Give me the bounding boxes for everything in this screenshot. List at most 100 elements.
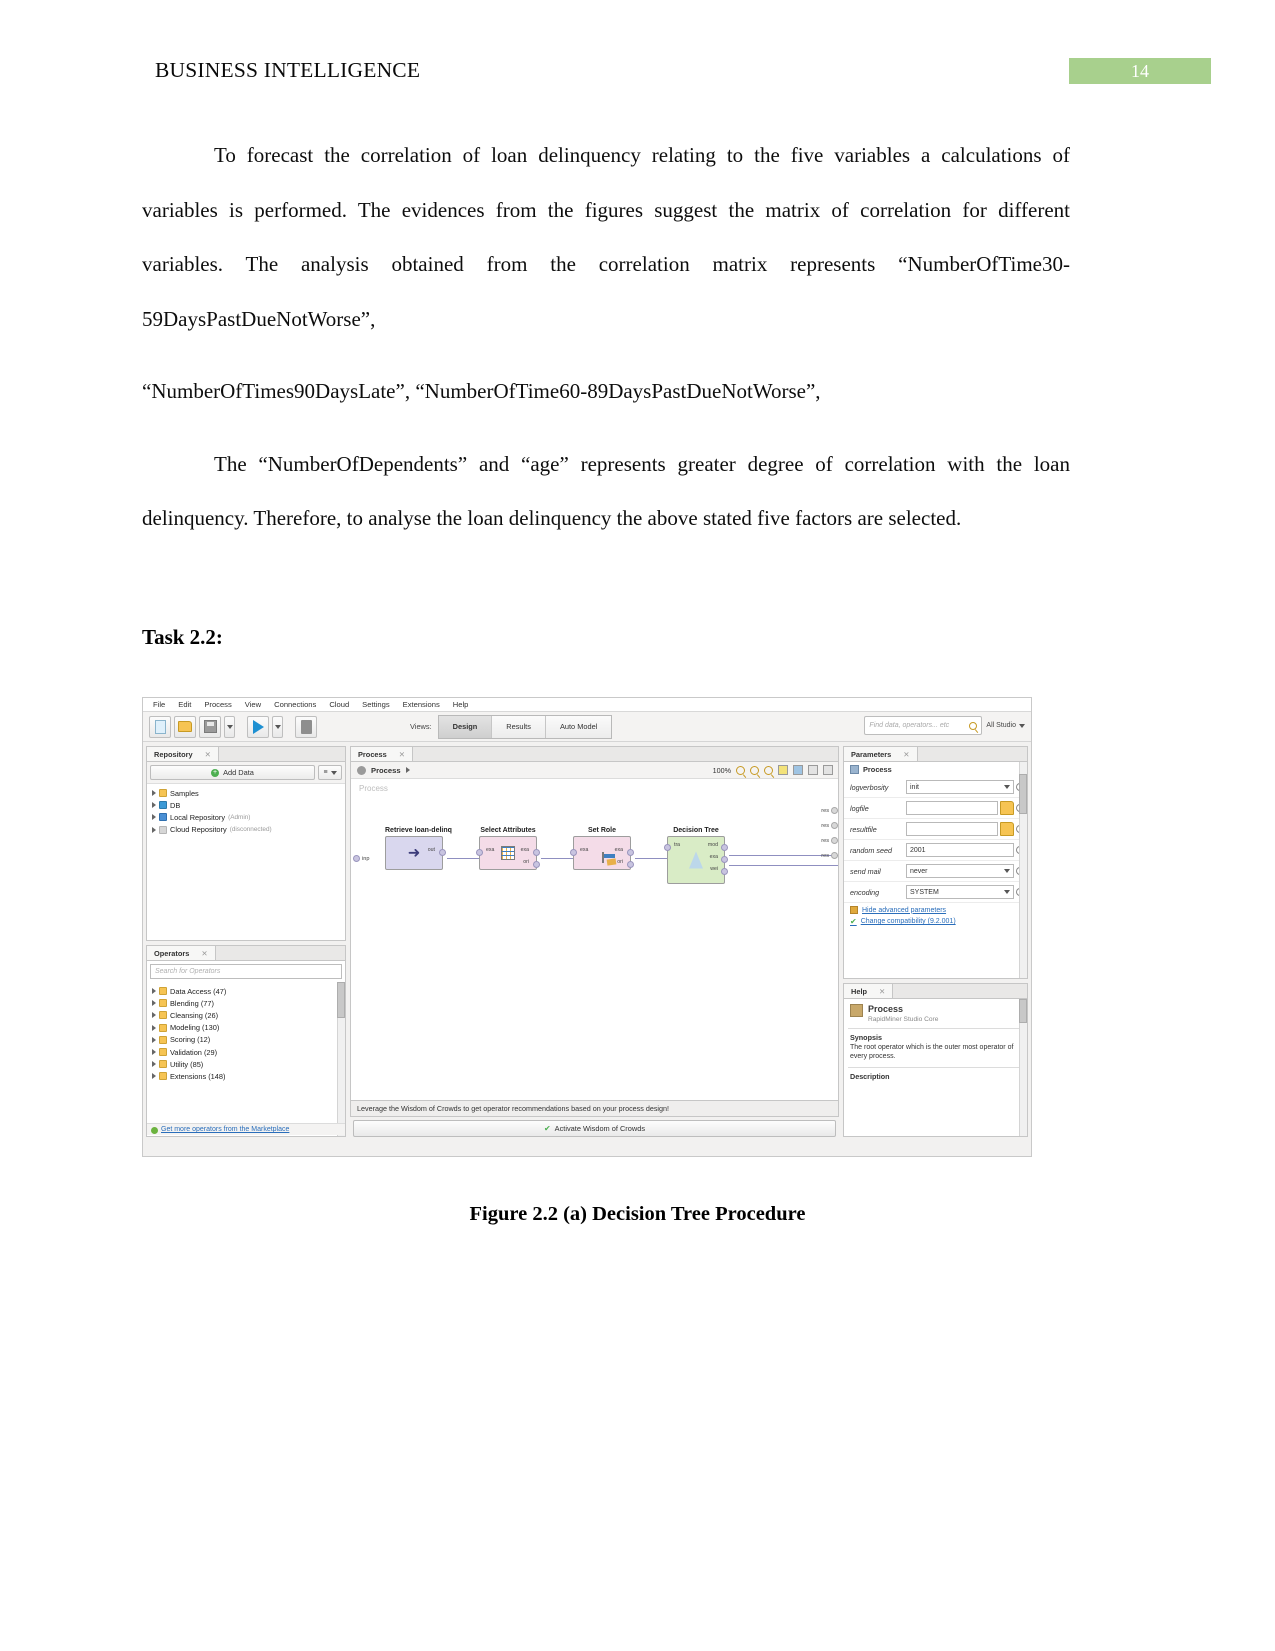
operator-body[interactable]: exa exa ori [476,836,540,870]
parameters-body[interactable]: Process logverbosity init i [844,762,1027,978]
operator-group-cleansing[interactable]: Cleansing (26) [147,1009,336,1021]
operator-node-retrieve[interactable]: Retrieve loan-delinq ➜ out [385,827,452,870]
menu-item-process[interactable]: Process [204,700,231,709]
expand-arrow-icon[interactable] [152,826,156,833]
menu-item-help[interactable]: Help [453,700,469,709]
breadcrumb[interactable]: Process [371,766,401,775]
output-port[interactable] [533,849,540,856]
scrollbar-thumb[interactable] [1019,999,1027,1023]
menu-item-connections[interactable]: Connections [274,700,316,709]
encoding-select[interactable]: SYSTEM [906,885,1014,899]
output-port[interactable] [627,861,634,868]
hide-advanced-parameters-link[interactable]: Hide advanced parameters [850,906,1027,914]
auto-arrange-icon[interactable] [793,765,803,775]
operator-node-set-role[interactable]: Set Role exa exa ori [570,827,634,870]
zoom-out-icon[interactable] [750,765,759,775]
tab-auto-model[interactable]: Auto Model [545,715,612,738]
close-icon[interactable]: ✕ [205,750,211,759]
expand-arrow-icon[interactable] [152,1024,156,1031]
global-search-input[interactable]: Find data, operators... etc [864,716,983,735]
operator-group-blending[interactable]: Blending (77) [147,997,336,1009]
operator-body[interactable]: tra mod exa wei [664,836,728,884]
close-icon[interactable]: ✕ [903,750,909,759]
parameter-row-encoding[interactable]: encoding SYSTEM i [844,882,1027,903]
new-process-button[interactable] [149,715,171,738]
expand-arrow-icon[interactable] [152,1012,156,1019]
operator-group-scoring[interactable]: Scoring (12) [147,1034,336,1046]
parameter-row-send-mail[interactable]: send mail never i [844,861,1027,882]
input-port[interactable] [570,849,577,856]
operator-body[interactable]: ➜ out [385,836,446,870]
add-note-icon[interactable] [778,765,788,775]
parameters-tab[interactable]: Parameters ✕ [844,747,918,761]
operators-tree[interactable]: Data Access (47) Blending (77) Cleansing… [147,982,345,1136]
marketplace-link[interactable]: Get more operators from the Marketplace [147,1123,345,1135]
process-canvas[interactable]: Process inp Retrieve loan-delinq ➜ out S… [351,779,838,1100]
close-icon[interactable]: ✕ [201,949,207,958]
tab-results[interactable]: Results [492,715,546,738]
expand-arrow-icon[interactable] [152,1073,156,1080]
repository-menu-button[interactable]: ≡ [318,765,342,780]
output-port[interactable] [533,861,540,868]
run-process-button[interactable] [247,715,269,738]
output-port[interactable] [721,856,728,863]
output-port[interactable] [627,849,634,856]
expand-arrow-icon[interactable] [152,1061,156,1068]
scrollbar-thumb[interactable] [1019,774,1027,814]
operator-group-validation[interactable]: Validation (29) [147,1046,336,1058]
send-mail-select[interactable]: never [906,864,1014,878]
result-port[interactable]: res [821,852,838,859]
tab-design[interactable]: Design [438,715,493,738]
save-dropdown-button[interactable] [224,715,235,738]
parameter-row-logfile[interactable]: logfile i [844,798,1027,819]
operator-node-decision-tree[interactable]: Decision Tree tra mod exa wei [664,827,728,884]
toggle-sidebar-icon[interactable] [808,765,818,775]
repository-tab[interactable]: Repository ✕ [147,747,219,761]
repository-item-samples[interactable]: Samples [147,787,345,799]
expand-arrow-icon[interactable] [152,988,156,995]
input-port[interactable] [664,844,671,851]
repository-item-cloud-repository[interactable]: Cloud Repository (disconnected) [147,824,345,836]
zoom-in-icon[interactable] [736,765,745,775]
expand-arrow-icon[interactable] [152,1036,156,1043]
logfile-input[interactable] [906,801,998,815]
random-seed-input[interactable]: 2001 [906,843,1014,857]
activate-wisdom-button[interactable]: ✔ Activate Wisdom of Crowds [353,1120,836,1137]
operator-group-utility[interactable]: Utility (85) [147,1058,336,1070]
expand-arrow-icon[interactable] [152,1049,156,1056]
repository-item-local-repository[interactable]: Local Repository (Admin) [147,811,345,823]
expand-arrow-icon[interactable] [152,802,156,809]
parameter-row-resultfile[interactable]: resultfile i [844,819,1027,840]
operator-body[interactable]: exa exa ori [570,836,634,870]
zoom-reset-icon[interactable] [764,765,773,775]
operator-search-input[interactable]: Search for Operators [150,964,342,979]
operators-tab[interactable]: Operators ✕ [147,946,216,960]
help-body[interactable]: Process RapidMiner Studio Core Synopsis … [844,999,1027,1136]
menu-item-settings[interactable]: Settings [362,700,389,709]
expand-arrow-icon[interactable] [152,1000,156,1007]
output-port[interactable] [721,868,728,875]
menu-item-extensions[interactable]: Extensions [403,700,440,709]
operator-group-modeling[interactable]: Modeling (130) [147,1022,336,1034]
parameter-row-random-seed[interactable]: random seed 2001 i [844,840,1027,861]
input-port[interactable] [476,849,483,856]
repository-item-db[interactable]: DB [147,799,345,811]
operator-group-data-access[interactable]: Data Access (47) [147,985,336,997]
run-dropdown-button[interactable] [272,715,283,738]
close-icon[interactable]: ✕ [399,750,405,759]
menu-item-cloud[interactable]: Cloud [329,700,349,709]
repository-tree[interactable]: Samples DB Local Repository (Admin) Clou… [147,784,345,940]
parameter-row-logverbosity[interactable]: logverbosity init i [844,777,1027,798]
add-data-button[interactable]: + Add Data [150,765,315,780]
maximize-canvas-icon[interactable] [823,765,833,775]
output-port[interactable] [439,849,446,856]
save-process-button[interactable] [199,715,221,738]
menu-item-view[interactable]: View [245,700,261,709]
menu-item-edit[interactable]: Edit [178,700,191,709]
result-port[interactable]: res [821,807,838,814]
change-compatibility-link[interactable]: ✔ Change compatibility (9.2.001) [850,917,1027,926]
operator-node-select-attributes[interactable]: Select Attributes exa exa ori [476,827,540,870]
folder-icon[interactable] [1000,822,1014,836]
result-port[interactable]: res [821,822,838,829]
folder-icon[interactable] [1000,801,1014,815]
